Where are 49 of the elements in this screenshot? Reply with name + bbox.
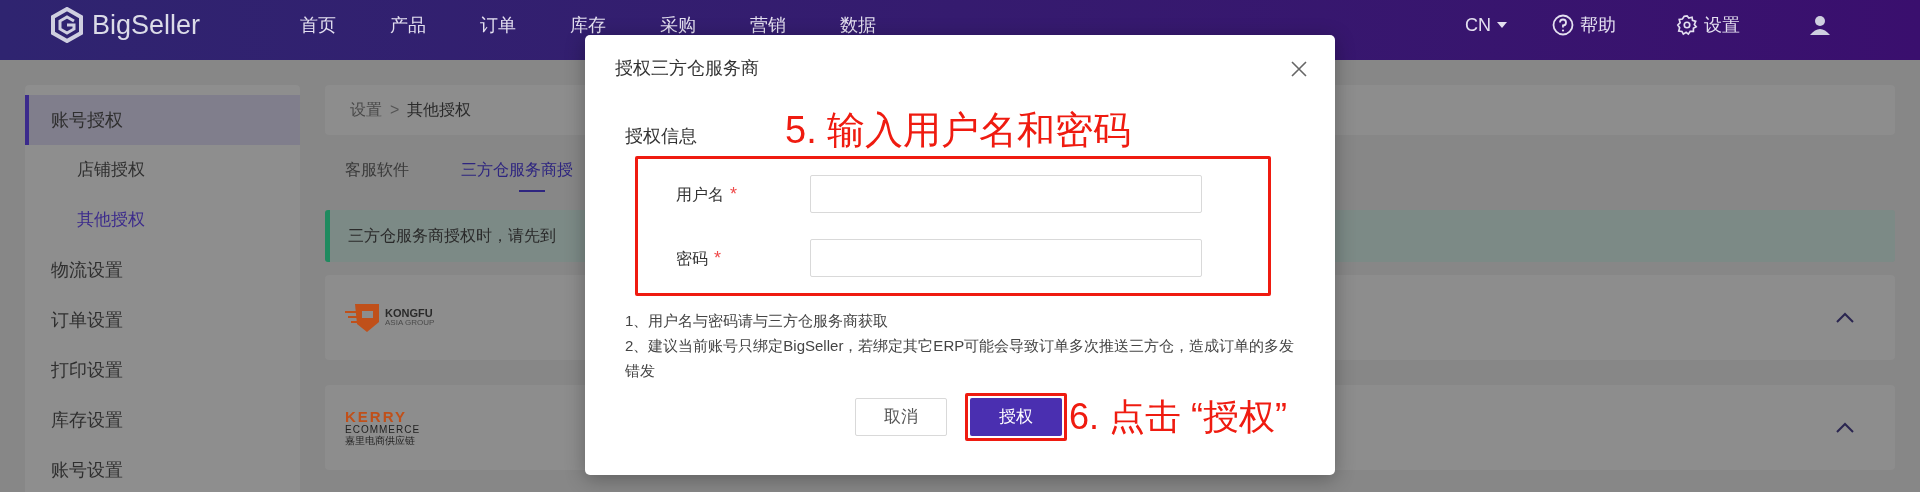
alert-text: 三方仓服务商授权时，请先到 (348, 226, 556, 246)
note-text: 2、建议当前账号只绑定BigSeller，若绑定其它ERP可能会导致订单多次推送三方仓，造成订单的多发错发 (625, 336, 1296, 381)
breadcrumb-separator: > (390, 100, 400, 120)
required-mark: * (714, 247, 721, 268)
sidebar-item[interactable]: 打印设置 (25, 345, 300, 395)
annotation-text: 6. 点击 “授权” (1069, 397, 1287, 437)
help-icon (1552, 14, 1574, 36)
sidebar-item[interactable]: 物流设置 (25, 245, 300, 295)
sidebar-subitem[interactable]: 店铺授权 (25, 145, 300, 195)
logo-name: KERRY (345, 409, 408, 424)
required-mark: * (730, 183, 737, 204)
chevron-up-icon[interactable] (1835, 311, 1855, 324)
nav-item[interactable]: 首页 (300, 11, 390, 39)
logo-subtitle: ECOMMERCE (345, 425, 421, 435)
nav-item[interactable]: 采购 (660, 11, 750, 39)
sidebar-item[interactable]: 账号设置 (25, 445, 300, 492)
user-avatar-icon[interactable] (1810, 15, 1830, 35)
field-label: 密码 * (675, 246, 722, 270)
logo-subtitle: ASIA GROUP (385, 319, 435, 327)
note-text: 1、用户名与密码请与三方仓服务商获取 (625, 311, 890, 331)
nav-item[interactable]: 营销 (750, 11, 840, 39)
cancel-button[interactable]: 取消 (855, 398, 947, 436)
close-icon[interactable] (1291, 60, 1307, 77)
logo-name: KONGFU (385, 308, 434, 319)
nav-item[interactable]: 库存 (570, 11, 660, 39)
chevron-up-icon[interactable] (1835, 421, 1855, 434)
settings-button[interactable]: 设置 (1676, 11, 1740, 39)
sidebar-item[interactable]: 库存设置 (25, 395, 300, 445)
nav-item[interactable]: 产品 (390, 11, 480, 39)
logo-subtitle: 嘉里电商供应链 (345, 436, 416, 446)
settings-icon (1676, 14, 1698, 36)
annotation-text: 5. 输入用户名和密码 (785, 110, 1132, 152)
authorize-button[interactable]: 授权 (970, 398, 1062, 436)
section-title: 授权信息 (625, 125, 698, 148)
input-field[interactable] (810, 239, 1202, 277)
logo-icon (50, 7, 84, 43)
field-label: 用户名 * (675, 182, 738, 206)
nav-item[interactable]: 数据 (840, 11, 930, 39)
tab[interactable]: 三方仓服务商授 (461, 158, 573, 200)
caret-icon (1497, 22, 1507, 28)
language-select[interactable]: CN (1465, 11, 1507, 39)
dialog-title: 授权三方仓服务商 (615, 57, 759, 80)
logo-text: BigSeller (92, 8, 201, 42)
nav-item[interactable]: 订单 (480, 11, 570, 39)
truck-shield-icon (345, 301, 381, 334)
breadcrumb-link[interactable]: 其他授权 (407, 98, 472, 122)
help-button[interactable]: 帮助 (1552, 11, 1616, 39)
sidebar-item[interactable]: 订单设置 (25, 295, 300, 345)
input-field[interactable] (810, 175, 1202, 213)
